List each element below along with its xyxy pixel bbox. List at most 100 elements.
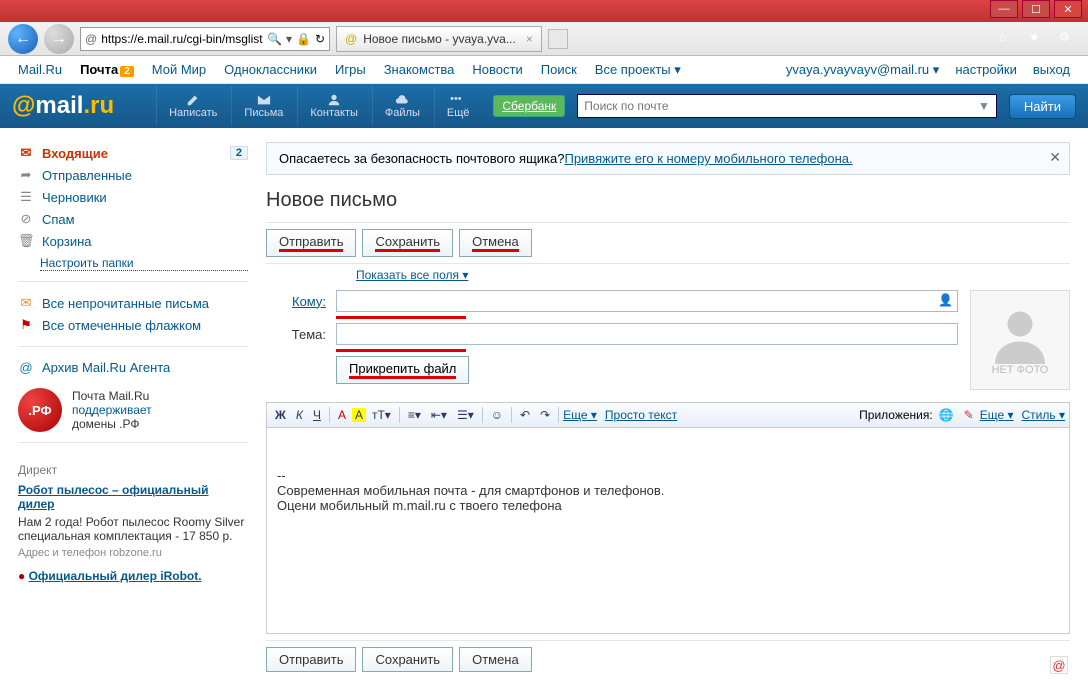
window-close-button[interactable]: ✕ bbox=[1054, 0, 1082, 18]
save-button[interactable]: Сохранить bbox=[362, 229, 453, 257]
subject-input[interactable] bbox=[341, 324, 953, 344]
redo-button[interactable]: ↷ bbox=[536, 407, 554, 423]
user-email[interactable]: yvaya.yvayvayv@mail.ru ▾ bbox=[786, 62, 939, 78]
browser-tab[interactable]: @ Новое письмо - yvaya.yva... × bbox=[336, 26, 542, 52]
rf-logo: .РФ bbox=[18, 388, 62, 432]
window-minimize-button[interactable]: — bbox=[990, 0, 1018, 18]
folder-inbox[interactable]: ✉ Входящие 2 bbox=[18, 142, 248, 164]
files-button[interactable]: Файлы bbox=[372, 86, 432, 126]
new-tab-button[interactable] bbox=[548, 29, 568, 49]
more-button[interactable]: ••• Ещё bbox=[434, 86, 482, 126]
mail-search-input[interactable] bbox=[584, 99, 978, 113]
to-label[interactable]: Кому: bbox=[292, 294, 326, 309]
nav-search[interactable]: Поиск bbox=[541, 62, 577, 77]
app-card-icon[interactable]: ✎ bbox=[960, 407, 978, 423]
save-button-bottom[interactable]: Сохранить bbox=[362, 647, 453, 672]
plain-text-link[interactable]: Просто текст bbox=[605, 408, 677, 422]
nav-mailru[interactable]: Mail.Ru bbox=[18, 62, 62, 77]
tab-favicon: @ bbox=[345, 32, 357, 46]
dropdown-icon[interactable]: ▼ bbox=[978, 99, 990, 113]
nav-all-projects[interactable]: Все проекты ▾ bbox=[595, 62, 681, 78]
folder-trash[interactable]: 🗑Корзина bbox=[18, 230, 248, 252]
app-translate-icon[interactable]: 🌐 bbox=[935, 407, 958, 423]
undo-button[interactable]: ↶ bbox=[516, 407, 534, 423]
nav-mymir[interactable]: Мой Мир bbox=[152, 62, 206, 77]
attach-file-button[interactable]: Прикрепить файл bbox=[336, 356, 469, 384]
sberbank-button[interactable]: Сбербанк bbox=[493, 95, 565, 117]
mail-search-box[interactable]: ▼ bbox=[577, 94, 997, 118]
compose-button[interactable]: Написать bbox=[156, 86, 229, 126]
alert-close-icon[interactable]: ✕ bbox=[1049, 149, 1061, 166]
nav-games[interactable]: Игры bbox=[335, 62, 366, 77]
show-all-fields-link[interactable]: Показать все поля ▾ bbox=[356, 268, 1070, 282]
window-maximize-button[interactable]: ☐ bbox=[1022, 0, 1050, 18]
bg-color-button[interactable]: A bbox=[352, 408, 366, 422]
nav-odnoklassniki[interactable]: Одноклассники bbox=[224, 62, 317, 77]
message-body[interactable]: -- Современная мобильная почта - для сма… bbox=[266, 428, 1070, 634]
tab-close-icon[interactable]: × bbox=[526, 32, 533, 46]
tab-title: Новое письмо - yvaya.yva... bbox=[363, 32, 516, 46]
filter-flagged[interactable]: ⚑Все отмеченные флажком bbox=[18, 314, 248, 336]
flag-icon: ⚑ bbox=[18, 317, 34, 333]
url-input[interactable] bbox=[101, 32, 263, 46]
indent-button[interactable]: ⇤▾ bbox=[427, 407, 451, 423]
send-button-bottom[interactable]: Отправить bbox=[266, 647, 356, 672]
nav-news[interactable]: Новости bbox=[472, 62, 522, 77]
nav-settings[interactable]: настройки bbox=[955, 62, 1017, 78]
style-link[interactable]: Стиль ▾ bbox=[1022, 408, 1065, 422]
to-field[interactable]: 👤 bbox=[336, 290, 958, 312]
underline-button[interactable]: Ч bbox=[309, 407, 325, 423]
cancel-button[interactable]: Отмена bbox=[459, 229, 532, 257]
agent-archive[interactable]: @Архив Mail.Ru Агента bbox=[18, 357, 248, 378]
editor-more-link[interactable]: Еще ▾ bbox=[563, 408, 597, 422]
emoji-button[interactable]: ☺ bbox=[487, 407, 507, 423]
letters-button[interactable]: Письма bbox=[231, 86, 295, 126]
window-titlebar: — ☐ ✕ bbox=[0, 0, 1088, 22]
configure-folders-link[interactable]: Настроить папки bbox=[40, 256, 248, 271]
home-icon[interactable]: ⌂ bbox=[999, 30, 1017, 48]
send-button[interactable]: Отправить bbox=[266, 229, 356, 257]
search-icon[interactable]: 🔍 bbox=[267, 32, 282, 46]
subject-field[interactable] bbox=[336, 323, 958, 345]
browser-toolbar: ← → @ 🔍 ▾ 🔒 ↻ @ Новое письмо - yvaya.yva… bbox=[0, 22, 1088, 56]
font-color-button[interactable]: A bbox=[334, 407, 350, 423]
ad2-link[interactable]: Официальный дилер iRobot. bbox=[29, 569, 202, 583]
ad1-text: Нам 2 года! Робот пылесос Roomy Silver с… bbox=[18, 515, 248, 543]
contacts-button[interactable]: Контакты bbox=[297, 86, 370, 126]
list-button[interactable]: ☰▾ bbox=[453, 407, 478, 423]
ad1-link[interactable]: Робот пылесос – официальный дилер bbox=[18, 483, 209, 511]
rf-link[interactable]: поддерживает bbox=[72, 403, 152, 417]
folder-spam[interactable]: ⊘Спам bbox=[18, 208, 248, 230]
folder-drafts[interactable]: ☰Черновики bbox=[18, 186, 248, 208]
address-bar[interactable]: @ 🔍 ▾ 🔒 ↻ bbox=[80, 27, 330, 51]
avatar-icon bbox=[990, 304, 1050, 364]
avatar-placeholder: НЕТ ФОТО bbox=[970, 290, 1070, 390]
nav-dating[interactable]: Знакомства bbox=[384, 62, 455, 77]
align-button[interactable]: ≡▾ bbox=[404, 407, 425, 423]
refresh-icon[interactable]: ↻ bbox=[315, 32, 325, 46]
folder-sent[interactable]: ➦Отправленные bbox=[18, 164, 248, 186]
bold-button[interactable]: Ж bbox=[271, 407, 290, 423]
find-button[interactable]: Найти bbox=[1009, 94, 1076, 119]
apps-more-link[interactable]: Еще ▾ bbox=[980, 408, 1014, 422]
bullet-icon: ● bbox=[18, 569, 25, 583]
contact-picker-icon[interactable]: 👤 bbox=[938, 293, 953, 307]
font-size-button[interactable]: тT▾ bbox=[368, 407, 395, 423]
mailru-logo[interactable]: @mail.ru bbox=[12, 92, 114, 120]
arrow-icon: ➦ bbox=[18, 167, 34, 183]
document-icon: ☰ bbox=[18, 189, 34, 205]
settings-gear-icon[interactable]: ⚙ bbox=[1059, 30, 1077, 48]
back-button[interactable]: ← bbox=[8, 24, 38, 54]
cancel-button-bottom[interactable]: Отмена bbox=[459, 647, 532, 672]
ad1-footer: Адрес и телефон robzone.ru bbox=[18, 547, 248, 559]
forward-button[interactable]: → bbox=[44, 24, 74, 54]
filter-unread[interactable]: ✉Все непрочитанные письма bbox=[18, 292, 248, 314]
to-input[interactable] bbox=[341, 291, 953, 311]
mail-badge: 2 bbox=[120, 66, 134, 77]
favorites-icon[interactable]: ★ bbox=[1029, 30, 1047, 48]
italic-button[interactable]: К bbox=[292, 407, 307, 423]
alert-link[interactable]: Привяжите его к номеру мобильного телефо… bbox=[564, 151, 852, 166]
agent-indicator-icon[interactable]: @ bbox=[1050, 656, 1068, 674]
nav-mail[interactable]: Почта2 bbox=[80, 62, 134, 77]
nav-exit[interactable]: выход bbox=[1033, 62, 1070, 78]
